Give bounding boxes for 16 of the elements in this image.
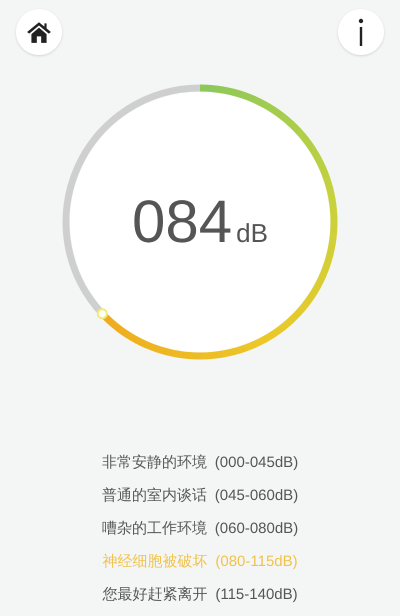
- level-description: 非常安静的环境: [102, 453, 207, 473]
- level-range: (115-140dB): [215, 585, 298, 605]
- level-description: 您最好赶紧离开: [102, 585, 208, 605]
- level-description: 神经细胞被破坏: [102, 552, 208, 572]
- level-description: 普通的室内谈话: [102, 486, 207, 506]
- decibel-value: 084: [132, 192, 232, 252]
- home-button[interactable]: [16, 9, 62, 55]
- level-range: (080-115dB): [215, 552, 298, 572]
- level-description: 嘈杂的工作环境: [102, 519, 207, 539]
- info-button[interactable]: [338, 9, 384, 55]
- gauge-marker: [96, 308, 108, 320]
- level-range: (060-080dB): [214, 519, 298, 539]
- decibel-unit: dB: [236, 220, 268, 246]
- level-range: (045-060dB): [214, 486, 298, 506]
- info-icon: [357, 18, 365, 46]
- level-range: (000-045dB): [214, 453, 298, 473]
